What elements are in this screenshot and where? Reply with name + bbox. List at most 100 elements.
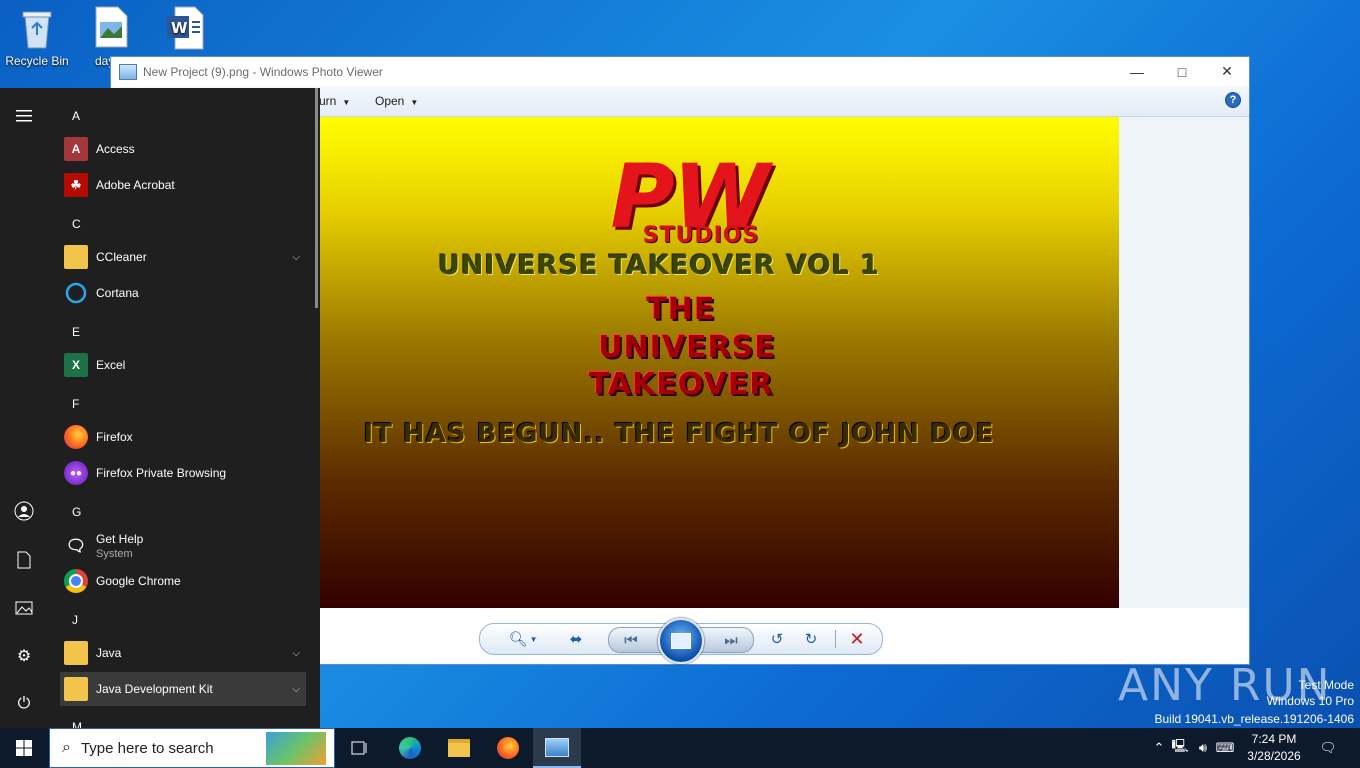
section-letter[interactable]: G — [72, 505, 81, 519]
clock-date: 3/28/2026 — [1247, 749, 1301, 763]
start-menu: ⚙ ⏻ A A Access ☘ Adobe Acrobat C CCleane… — [0, 88, 320, 734]
close-button[interactable]: ✕ — [1204, 57, 1250, 86]
delete-icon[interactable]: ✕ — [846, 629, 868, 649]
documents-icon[interactable] — [12, 548, 36, 572]
app-label: Firefox — [96, 430, 133, 444]
window-title: New Project (9).png - Windows Photo View… — [143, 64, 383, 79]
app-ccleaner[interactable]: CCleaner ⌵ — [60, 240, 306, 274]
section-letter[interactable]: E — [72, 325, 80, 339]
firefox-private-icon: ●● — [64, 461, 88, 485]
photo-viewer-app-icon — [119, 63, 137, 80]
chevron-down-icon[interactable]: ⌵ — [292, 684, 300, 695]
folder-icon — [64, 245, 88, 269]
hamburger-menu-icon[interactable] — [12, 104, 36, 128]
user-account-icon[interactable] — [12, 499, 36, 523]
file-explorer-icon — [448, 739, 470, 757]
poster-image: PW STUDIOS UNIVERSE TAKEOVER VOL 1 THE U… — [319, 117, 1119, 608]
folder-icon — [64, 641, 88, 665]
show-hidden-icons-icon[interactable]: ⌃ — [1150, 740, 1168, 756]
pictures-icon[interactable] — [12, 596, 36, 620]
poster-title-line: UNIVERSE — [598, 330, 776, 365]
app-google-chrome[interactable]: Google Chrome — [60, 564, 306, 598]
app-cortana[interactable]: Cortana — [60, 276, 306, 310]
excel-icon: X — [64, 353, 88, 377]
chevron-down-icon[interactable]: ⌵ — [292, 252, 300, 263]
search-highlight-image — [266, 732, 326, 765]
edge-icon — [399, 737, 421, 759]
adobe-acrobat-icon: ☘ — [64, 173, 88, 197]
photo-viewer-icon — [545, 737, 569, 757]
section-letter[interactable]: J — [72, 613, 78, 627]
caret-down-icon: ▼ — [342, 98, 351, 107]
slideshow-button[interactable] — [658, 618, 704, 664]
app-java-development-kit[interactable]: Java Development Kit ⌵ — [60, 672, 306, 706]
network-icon[interactable]: 🖳︎ — [1168, 737, 1192, 759]
previous-icon[interactable]: ⏮ — [619, 630, 643, 650]
burn-label: urn — [319, 94, 337, 108]
poster-headline: UNIVERSE TAKEOVER VOL 1 — [437, 250, 881, 281]
start-button[interactable] — [0, 728, 48, 768]
poster-title-line: TAKEOVER — [588, 367, 774, 402]
section-letter[interactable]: C — [72, 217, 81, 231]
recycle-bin-icon — [17, 6, 57, 50]
chevron-down-icon[interactable]: ⌵ — [292, 648, 300, 659]
input-method-icon[interactable]: ⌨ — [1214, 740, 1236, 756]
next-icon[interactable]: ⏭ — [719, 630, 743, 650]
windows-edition-text: Windows 10 Pro — [1266, 694, 1354, 708]
google-chrome-icon — [64, 569, 88, 593]
section-letter[interactable]: A — [72, 109, 80, 123]
app-list-scrollbar[interactable] — [315, 88, 318, 308]
system-tray: ⌃ 🖳︎ 🔊︎ ⌨ — [1150, 728, 1236, 768]
app-label: Java Development Kit — [96, 682, 213, 696]
get-help-icon: 🗨︎ — [65, 538, 87, 555]
zoom-icon[interactable]: 🔍︎ ▼ — [506, 629, 540, 649]
app-label: Excel — [96, 358, 126, 372]
open-menu[interactable]: Open ▼ — [375, 94, 418, 108]
app-java[interactable]: Java ⌵ — [60, 636, 306, 670]
word-document-icon: W — [165, 6, 205, 50]
windows-logo-icon — [16, 740, 32, 756]
app-firefox-private-browsing[interactable]: ●● Firefox Private Browsing — [60, 456, 306, 490]
taskbar-photo-viewer[interactable] — [533, 728, 581, 768]
taskbar-clock[interactable]: 7:24 PM 3/28/2026 — [1238, 731, 1310, 765]
power-icon[interactable]: ⏻ — [12, 692, 36, 716]
actual-size-icon[interactable]: ⬌ — [564, 629, 588, 649]
volume-icon[interactable]: 🔊︎ — [1192, 740, 1214, 756]
app-sublabel: System — [96, 548, 133, 560]
rotate-counterclockwise-icon[interactable]: ↺ — [766, 629, 788, 649]
taskbar-file-explorer[interactable] — [435, 728, 483, 768]
app-label-group: Get Help System — [96, 532, 143, 560]
notifications-icon: 🗨︎ — [1319, 740, 1337, 755]
app-adobe-acrobat[interactable]: ☘ Adobe Acrobat — [60, 168, 306, 202]
app-access[interactable]: A Access — [60, 132, 306, 166]
desktop-icon-recycle-bin[interactable]: Recycle Bin — [2, 6, 72, 68]
notifications-button[interactable]: 🗨︎ — [1316, 728, 1340, 768]
clock-time: 7:24 PM — [1251, 732, 1297, 746]
rotate-clockwise-icon[interactable]: ↻ — [800, 629, 822, 649]
app-excel[interactable]: X Excel — [60, 348, 306, 382]
section-letter[interactable]: F — [72, 397, 79, 411]
search-input[interactable] — [78, 738, 253, 758]
app-label: Google Chrome — [96, 574, 181, 588]
settings-gear-icon[interactable]: ⚙ — [12, 644, 36, 668]
burn-menu[interactable]: urn ▼ — [319, 94, 350, 108]
firefox-icon — [64, 425, 88, 449]
app-firefox[interactable]: Firefox — [60, 420, 306, 454]
help-icon[interactable]: ? — [1225, 92, 1241, 108]
taskbar-search[interactable]: ⌕ — [49, 728, 335, 768]
desktop-icon-word-document[interactable]: W — [150, 6, 220, 54]
svg-text:W: W — [171, 19, 188, 37]
maximize-button[interactable]: □ — [1159, 57, 1205, 86]
app-label: Java — [96, 646, 122, 660]
cortana-icon — [64, 281, 88, 305]
app-label: Cortana — [96, 286, 139, 300]
taskbar-edge[interactable] — [386, 728, 434, 768]
window-titlebar[interactable]: New Project (9).png - Windows Photo View… — [111, 57, 1249, 86]
access-icon: A — [64, 137, 88, 161]
test-mode-text: Test Mode — [1298, 678, 1354, 692]
build-text: Build 19041.vb_release.191206-1406 — [1154, 712, 1355, 726]
minimize-button[interactable]: — — [1114, 57, 1160, 86]
app-get-help[interactable]: 🗨︎ Get Help System — [60, 528, 306, 564]
task-view-button[interactable] — [336, 728, 384, 768]
taskbar-firefox[interactable] — [484, 728, 532, 768]
